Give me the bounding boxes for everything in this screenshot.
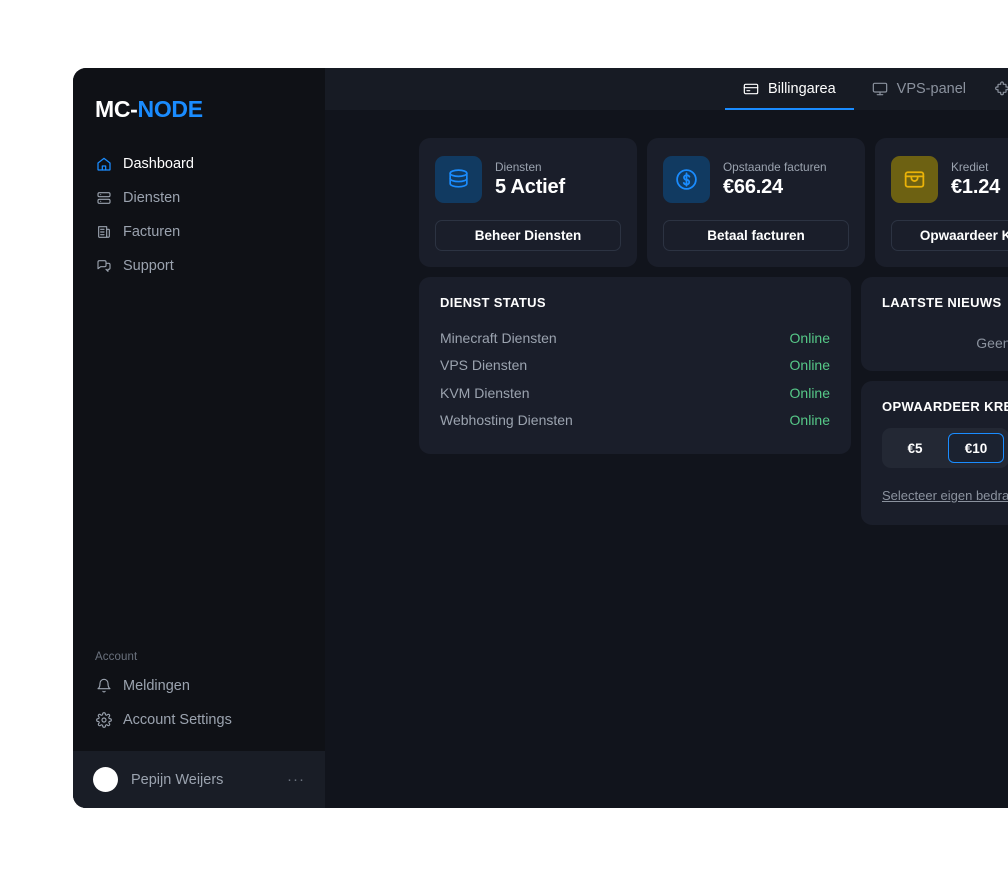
avatar [93, 767, 118, 792]
stat-card-header: Krediet €1.24 [891, 156, 1008, 203]
monitor-icon [872, 81, 888, 97]
news-empty-message: Geen nieuws [976, 335, 1008, 351]
stat-card-text: Diensten 5 Actief [495, 160, 565, 199]
status-row: KVM Diensten Online [440, 379, 830, 407]
stat-card-grid: Diensten 5 Actief Beheer Diensten Opstaa… [419, 138, 1008, 267]
status-badge: Online [789, 329, 830, 346]
status-row: Webhosting Diensten Online [440, 407, 830, 435]
custom-amount-link[interactable]: Selecteer eigen bedrag [882, 488, 1008, 503]
status-name: Webhosting Diensten [440, 412, 573, 429]
sidebar-item-label: Facturen [123, 224, 181, 240]
stat-card-header: Opstaande facturen €66.24 [663, 156, 849, 203]
stat-card-value: €1.24 [951, 176, 1001, 198]
dollar-circle-icon [663, 156, 710, 203]
status-row: VPS Diensten Online [440, 352, 830, 380]
stat-card-header: Diensten 5 Actief [435, 156, 621, 203]
status-name: Minecraft Diensten [440, 329, 557, 346]
amount-option-5[interactable]: €5 [887, 433, 943, 463]
newspaper-icon [95, 224, 112, 241]
stat-card-opstaande-facturen: Opstaande facturen €66.24 Betaal facture… [647, 138, 865, 267]
bell-icon [95, 678, 112, 695]
stat-card-value: €66.24 [723, 176, 783, 198]
sidebar-item-support[interactable]: Support [73, 249, 325, 283]
laatste-nieuws-panel: LAATSTE NIEUWS Geen nieuws [861, 277, 1008, 371]
stat-card-text: Krediet €1.24 [951, 160, 1000, 199]
server-icon [95, 190, 112, 207]
status-badge: Online [789, 384, 830, 401]
main-area: Billingarea VPS-panel Diensten 5 Actief … [325, 68, 1008, 808]
stat-card-value: 5 Actief [495, 176, 565, 198]
app-window: MC-NODE Dashboard Diensten Facturen Supp… [73, 68, 1008, 808]
user-account-row[interactable]: Pepijn Weijers ··· [73, 751, 325, 808]
status-badge: Online [789, 357, 830, 374]
user-more-options-button[interactable]: ··· [287, 771, 305, 788]
sidebar-item-diensten[interactable]: Diensten [73, 181, 325, 215]
stat-card-label: Diensten [495, 160, 542, 174]
sidebar-item-dashboard[interactable]: Dashboard [73, 147, 325, 181]
panel-title: DIENST STATUS [440, 295, 546, 310]
opwaardeer-krediet-button[interactable]: Opwaardeer Krediet [891, 220, 1008, 251]
account-section-label: Account [95, 651, 138, 663]
sidebar-item-meldingen[interactable]: Meldingen [73, 669, 325, 703]
sidebar-item-account-settings[interactable]: Account Settings [73, 703, 325, 737]
home-icon [95, 156, 112, 173]
tab-label: Billingarea [767, 81, 836, 97]
panel-title: OPWAARDEER KREDIET [882, 399, 1008, 414]
gear-icon [95, 712, 112, 729]
chat-icon [95, 258, 112, 275]
user-name: Pepijn Weijers [131, 771, 224, 788]
right-column: LAATSTE NIEUWS Geen nieuws OPWAARDEER KR… [861, 277, 1008, 525]
card-icon [743, 81, 759, 97]
server-stack-icon [435, 156, 482, 203]
status-name: VPS Diensten [440, 357, 528, 374]
opwaardeer-krediet-panel: OPWAARDEER KREDIET €5 €10 Selecteer eige… [861, 381, 1008, 525]
sidebar-item-label: Support [123, 258, 174, 274]
sidebar-item-facturen[interactable]: Facturen [73, 215, 325, 249]
sidebar-item-label: Meldingen [123, 678, 190, 694]
status-badge: Online [789, 412, 830, 429]
brand-logo-suffix: NODE [137, 96, 204, 122]
sidebar-item-label: Account Settings [123, 712, 232, 728]
stat-card-text: Opstaande facturen €66.24 [723, 160, 827, 199]
topbar-tabs: Billingarea VPS-panel [724, 68, 1008, 110]
dienst-status-panel: DIENST STATUS Minecraft Diensten Online … [419, 277, 851, 454]
stat-card-krediet: Krediet €1.24 Opwaardeer Krediet [875, 138, 1008, 267]
brand-logo-prefix: MC- [95, 96, 138, 122]
account-nav: Meldingen Account Settings [73, 669, 325, 737]
panel-title: LAATSTE NIEUWS [882, 295, 1002, 310]
topbar: Billingarea VPS-panel [325, 68, 1008, 110]
status-row: Minecraft Diensten Online [440, 324, 830, 352]
primary-nav: Dashboard Diensten Facturen Support [73, 123, 325, 283]
betaal-facturen-button[interactable]: Betaal facturen [663, 220, 849, 251]
beheer-diensten-button[interactable]: Beheer Diensten [435, 220, 621, 251]
tab-label: VPS-panel [896, 81, 966, 97]
sidebar-item-label: Dashboard [123, 156, 194, 172]
tab-billingarea[interactable]: Billingarea [724, 68, 854, 110]
stat-card-label: Krediet [951, 160, 989, 174]
sidebar-item-label: Diensten [123, 190, 181, 206]
tab-vps-panel[interactable]: VPS-panel [854, 68, 984, 110]
inbox-icon [891, 156, 938, 203]
sidebar: MC-NODE Dashboard Diensten Facturen Supp… [73, 68, 325, 808]
amount-selector: €5 €10 [882, 428, 1008, 468]
tab-extensions[interactable] [984, 68, 1008, 110]
lower-panels: DIENST STATUS Minecraft Diensten Online … [419, 277, 1008, 525]
status-name: KVM Diensten [440, 384, 530, 401]
stat-card-diensten: Diensten 5 Actief Beheer Diensten [419, 138, 637, 267]
puzzle-icon [994, 81, 1008, 97]
dashboard-content: Diensten 5 Actief Beheer Diensten Opstaa… [325, 110, 1008, 808]
amount-option-10[interactable]: €10 [948, 433, 1004, 463]
stat-card-label: Opstaande facturen [723, 160, 827, 174]
brand-logo[interactable]: MC-NODE [73, 68, 325, 123]
